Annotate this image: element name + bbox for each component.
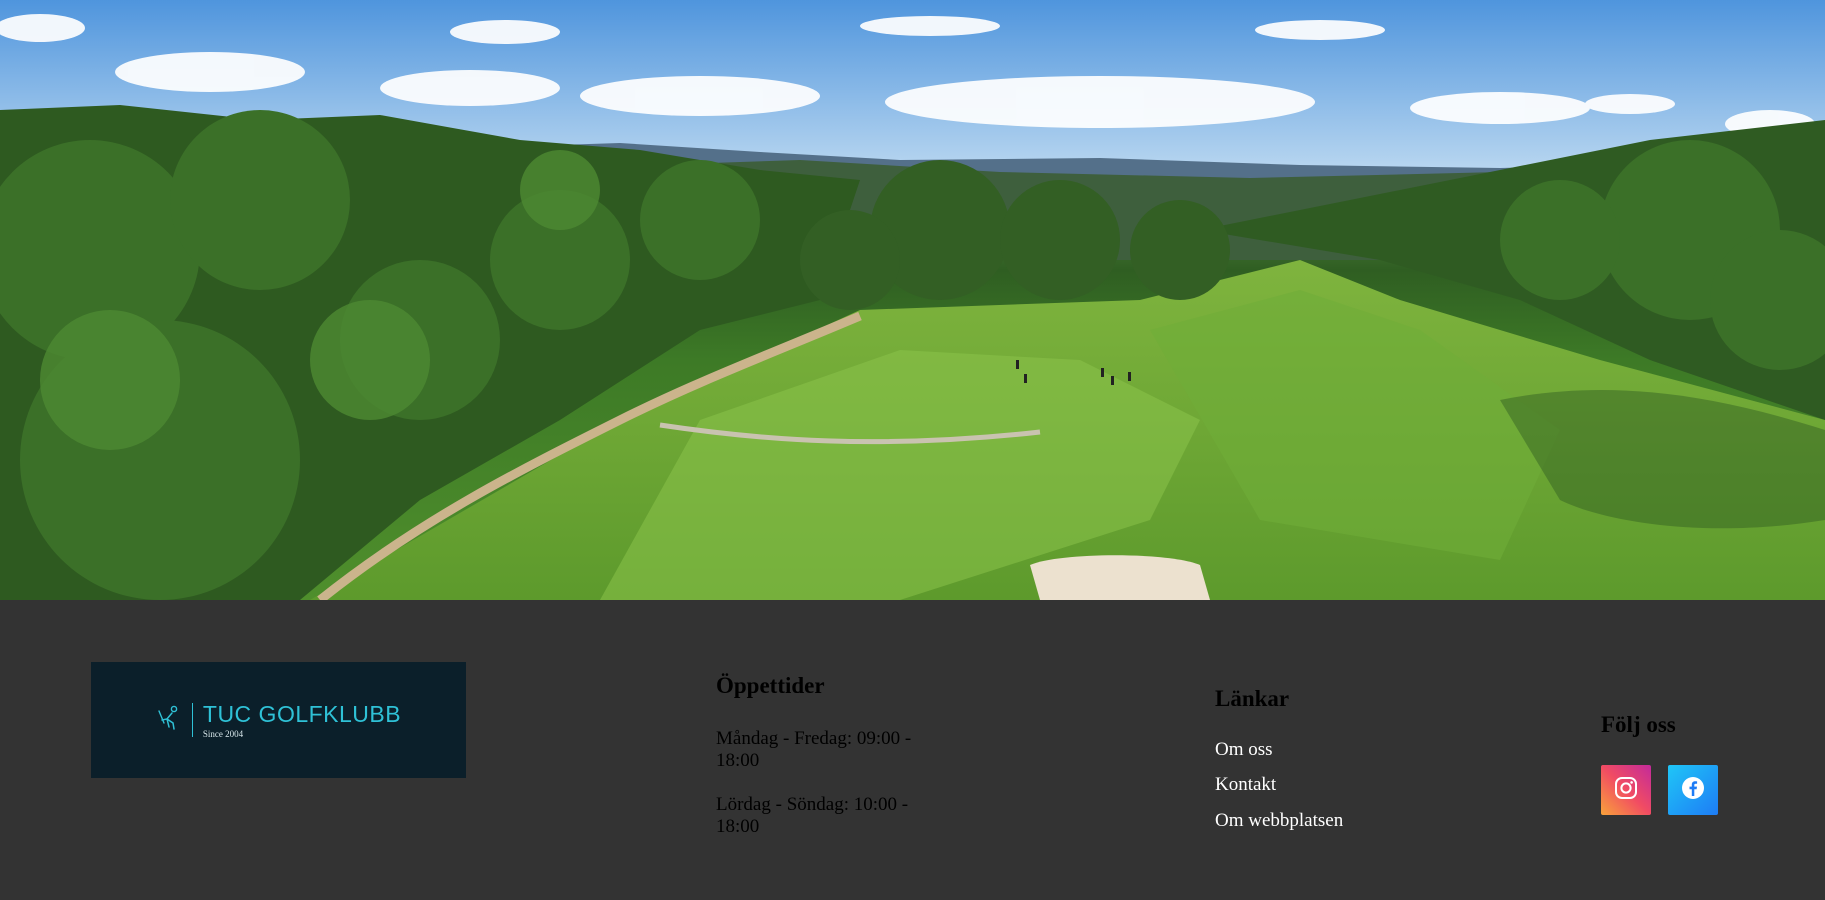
link-contact[interactable]: Kontakt	[1215, 774, 1276, 796]
facebook-button[interactable]	[1668, 765, 1718, 815]
link-about[interactable]: Om oss	[1215, 739, 1273, 761]
golfer-icon	[156, 705, 182, 736]
opening-hours-title: Öppettider	[716, 673, 825, 698]
club-logo[interactable]: TUC GOLFKLUBB Since 2004	[91, 662, 466, 778]
hours-weekdays: Måndag - Fredag: 09:00 - 18:00	[716, 728, 912, 771]
hours-weekend: Lördag - Söndag: 10:00 - 18:00	[716, 794, 909, 837]
link-about-site[interactable]: Om webbplatsen	[1215, 810, 1343, 832]
facebook-icon	[1680, 775, 1706, 806]
links-title: Länkar	[1215, 686, 1290, 711]
instagram-icon	[1613, 775, 1639, 806]
hero-image	[0, 0, 1825, 600]
instagram-button[interactable]	[1601, 765, 1651, 815]
logo-since: Since 2004	[202, 728, 244, 739]
follow-us-title: Följ oss	[1601, 712, 1676, 737]
golf-course-photo	[0, 0, 1825, 600]
logo-divider	[191, 703, 193, 737]
logo-name: TUC GOLFKLUBB	[202, 700, 402, 727]
